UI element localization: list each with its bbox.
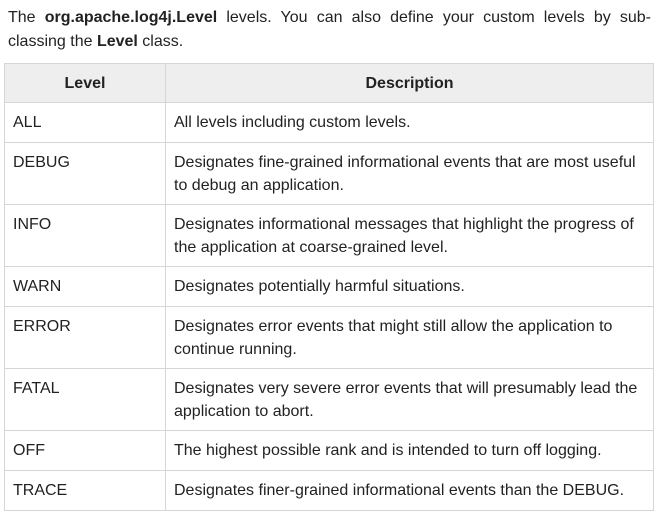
description-cell: Designates fine-grained informational ev… xyxy=(165,142,654,205)
description-cell: Designates very severe error events that… xyxy=(165,368,654,431)
table-row: ERROR Designates error events that might… xyxy=(4,306,654,369)
level-word: Level xyxy=(96,33,138,50)
description-cell: Designates informational messages that h… xyxy=(165,204,654,267)
description-cell: Designates potentially harmful situation… xyxy=(165,266,654,307)
levels-table: Level Description ALL All levels includi… xyxy=(4,63,654,511)
level-cell: DEBUG xyxy=(4,142,166,205)
intro-text-1: The xyxy=(8,9,45,26)
description-cell: Designates finer-grained informational e… xyxy=(165,470,654,511)
description-cell: All levels including custom levels. xyxy=(165,102,654,143)
level-cell: FATAL xyxy=(4,368,166,431)
description-cell: The highest possible rank and is intende… xyxy=(165,430,654,471)
level-cell: OFF xyxy=(4,430,166,471)
intro-text-3: class. xyxy=(137,33,184,50)
level-cell: ERROR xyxy=(4,306,166,369)
table-row: ALL All levels including custom levels. xyxy=(4,102,654,143)
table-row: INFO Designates informational messages t… xyxy=(4,204,654,267)
level-cell: INFO xyxy=(4,204,166,267)
description-cell: Designates error events that might still… xyxy=(165,306,654,369)
level-cell: ALL xyxy=(4,102,166,143)
table-row: FATAL Designates very severe error event… xyxy=(4,368,654,431)
level-cell: TRACE xyxy=(4,470,166,511)
table-row: TRACE Designates finer-grained informati… xyxy=(4,470,654,511)
class-name: org.apache.log4j.Level xyxy=(44,9,218,26)
level-cell: WARN xyxy=(4,266,166,307)
header-description: Description xyxy=(165,63,654,103)
table-header-row: Level Description xyxy=(4,63,654,103)
table-row: DEBUG Designates fine-grained informatio… xyxy=(4,142,654,205)
header-level: Level xyxy=(4,63,166,103)
intro-paragraph: The org.apache.log4j.Level levels. You c… xyxy=(8,6,651,54)
table-row: WARN Designates potentially harmful situ… xyxy=(4,266,654,307)
table-row: OFF The highest possible rank and is int… xyxy=(4,430,654,471)
